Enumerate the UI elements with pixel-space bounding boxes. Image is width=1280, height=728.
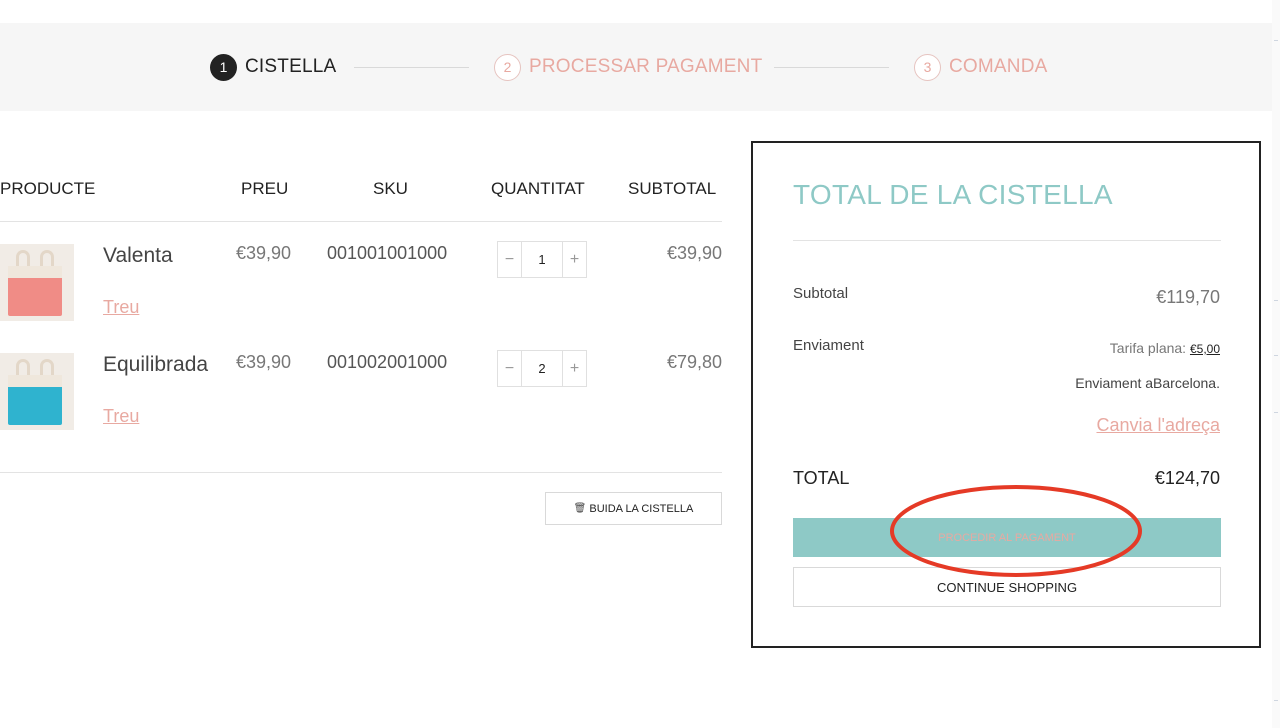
- total-value: €124,70: [1154, 468, 1220, 488]
- empty-cart-label: BUIDA LA CISTELLA: [589, 502, 694, 515]
- product-sku: 001002001000: [327, 352, 448, 372]
- table-divider: [0, 472, 722, 473]
- step-label: CISTELLA: [245, 56, 337, 77]
- remove-link[interactable]: Treu: [103, 406, 139, 427]
- step-payment[interactable]: 2 PROCESSAR PAGAMENT: [494, 23, 762, 111]
- shipping-destination: Enviament aBarcelona.: [1075, 375, 1220, 391]
- empty-cart-button[interactable]: 🗑 BUIDA LA CISTELLA: [545, 492, 722, 525]
- header-product: PRODUCTE: [0, 179, 96, 198]
- quantity-stepper: − 1 +: [497, 241, 587, 278]
- shipping-rate-label: Tarifa plana:: [1109, 340, 1187, 356]
- shipping-rate: Tarifa plana: €5,00: [1110, 340, 1220, 356]
- increase-quantity-button[interactable]: +: [563, 351, 586, 386]
- step-number: 3: [914, 53, 941, 81]
- edge-mark: [1274, 412, 1278, 413]
- cart-totals-panel: TOTAL DE LA CISTELLA Subtotal €119,70 En…: [751, 141, 1261, 648]
- trash-icon: 🗑: [573, 503, 587, 514]
- step-label: COMANDA: [949, 56, 1048, 77]
- product-subtotal: €79,80: [666, 352, 722, 372]
- step-number: 2: [494, 53, 521, 81]
- step-divider: [354, 67, 469, 68]
- continue-shopping-button[interactable]: CONTINUE SHOPPING: [793, 567, 1221, 607]
- edge-mark: [1274, 300, 1278, 301]
- product-subtotal: €39,90: [666, 243, 722, 263]
- total-label: TOTAL: [793, 468, 850, 488]
- decrease-quantity-button[interactable]: −: [498, 351, 521, 386]
- step-number: 1: [210, 53, 237, 81]
- edge-mark: [1274, 40, 1278, 41]
- step-order[interactable]: 3 COMANDA: [914, 23, 1048, 111]
- header-quantity: QUANTITAT: [491, 179, 585, 198]
- product-price: €39,90: [236, 243, 292, 263]
- change-address-link[interactable]: Canvia l'adreça: [1096, 415, 1220, 436]
- increase-quantity-button[interactable]: +: [563, 242, 586, 277]
- shipping-label: Enviament: [793, 337, 864, 354]
- proceed-to-payment-button[interactable]: PROCEDIR AL PAGAMENT: [793, 518, 1221, 557]
- step-cart[interactable]: 1 CISTELLA: [210, 23, 336, 111]
- quantity-input[interactable]: 1: [521, 242, 563, 277]
- quantity-stepper: − 2 +: [497, 350, 587, 387]
- product-name[interactable]: Valenta: [103, 244, 173, 268]
- product-thumbnail[interactable]: [0, 353, 74, 430]
- table-divider: [0, 221, 722, 222]
- subtotal-label: Subtotal: [793, 285, 849, 302]
- page-edge: [1272, 0, 1280, 728]
- header-subtotal: SUBTOTAL: [628, 179, 717, 198]
- edge-mark: [1274, 355, 1278, 356]
- decrease-quantity-button[interactable]: −: [498, 242, 521, 277]
- step-divider: [774, 67, 889, 68]
- edge-mark: [1274, 700, 1278, 701]
- product-thumbnail[interactable]: [0, 244, 74, 321]
- remove-link[interactable]: Treu: [103, 297, 139, 318]
- step-label: PROCESSAR PAGAMENT: [529, 56, 763, 77]
- panel-title: TOTAL DE LA CISTELLA: [793, 179, 1113, 210]
- product-name[interactable]: Equilibrada: [103, 353, 208, 377]
- product-price: €39,90: [236, 352, 292, 372]
- shipping-rate-value: €5,00: [1189, 342, 1220, 356]
- product-sku: 001001001000: [327, 243, 448, 263]
- header-sku: SKU: [373, 179, 408, 198]
- quantity-input[interactable]: 2: [521, 351, 563, 386]
- header-price: PREU: [241, 179, 289, 198]
- checkout-steps: 1 CISTELLA 2 PROCESSAR PAGAMENT 3 COMAND…: [0, 23, 1272, 111]
- subtotal-value: €119,70: [1156, 287, 1220, 307]
- panel-divider: [793, 240, 1221, 241]
